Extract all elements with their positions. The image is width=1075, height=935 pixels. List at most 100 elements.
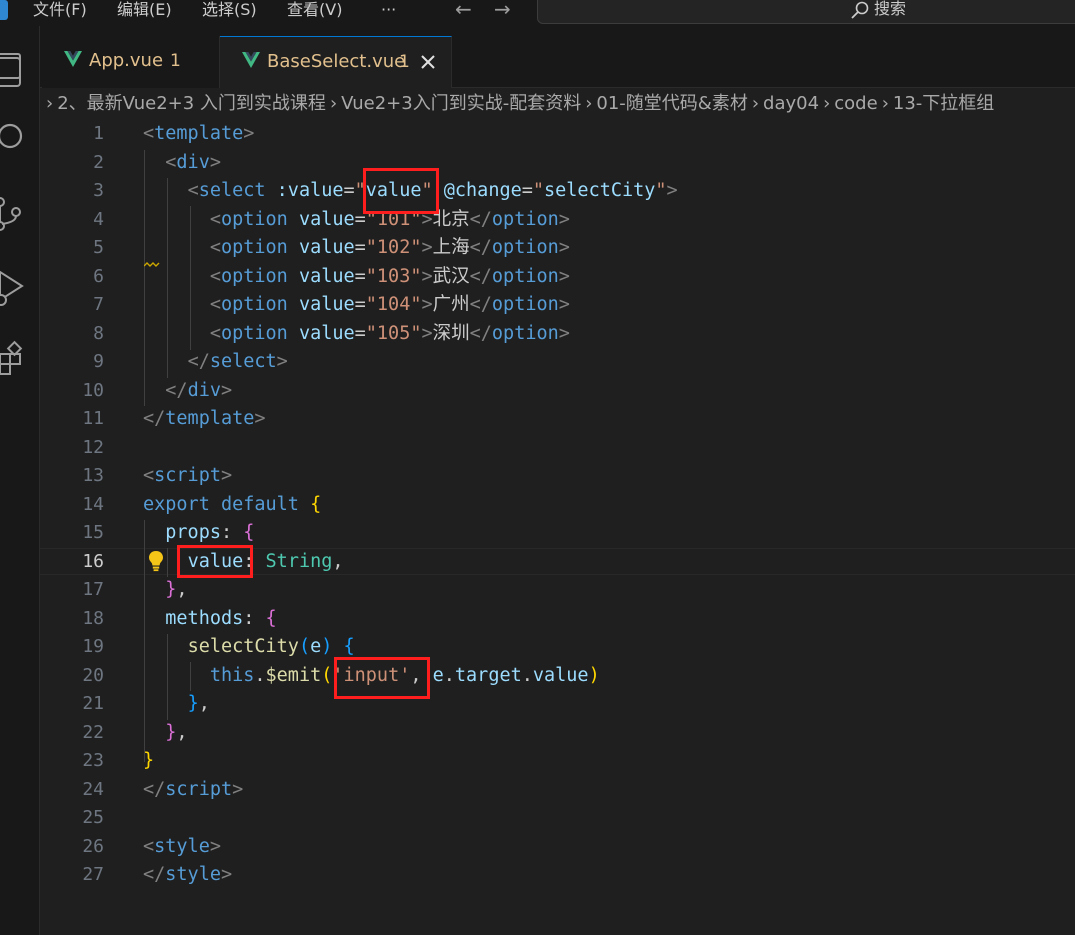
code-token: >	[220, 465, 233, 486]
vscode-logo-icon[interactable]	[0, 0, 8, 20]
line-number: 23	[82, 750, 104, 771]
code-line[interactable]: 24 </script>	[40, 776, 1075, 805]
code-line[interactable]: 13 <script>	[40, 462, 1075, 491]
code-line[interactable]: 21 },	[40, 690, 1075, 719]
code-line[interactable]: 18 methods: {	[40, 605, 1075, 634]
code-token: 上海	[432, 237, 470, 258]
code-text: </div>	[143, 377, 232, 406]
menu-view[interactable]: 查看(V)	[287, 0, 342, 20]
menu-file[interactable]: 文件(F)	[33, 0, 87, 20]
code-line[interactable]: 1 <template>	[40, 120, 1075, 149]
menu-selection[interactable]: 选择(S)	[202, 0, 257, 20]
search-sidebar-icon[interactable]	[0, 120, 24, 160]
highlight-box-value-prop	[177, 545, 253, 578]
menu-edit[interactable]: 编辑(E)	[117, 0, 172, 20]
code-token: 武汉	[432, 265, 470, 287]
code-line[interactable]: 10 </div>	[40, 377, 1075, 406]
code-line[interactable]: 17 },	[40, 576, 1075, 605]
code-token: {	[243, 522, 255, 543]
code-token: div	[187, 379, 221, 401]
code-editor[interactable]: 1 <template> 2 <div> 3 <select :value="valu…	[40, 120, 1075, 935]
code-line[interactable]: 25	[40, 804, 1075, 833]
run-debug-icon[interactable]	[0, 266, 24, 310]
line-number: 5	[93, 237, 104, 258]
forward-arrow-icon[interactable]: →	[494, 0, 511, 20]
breadcrumb-item[interactable]: 2、最新Vue2+3 入门到实战课程	[57, 93, 326, 114]
breadcrumb-path: › 2、最新Vue2+3 入门到实战课程 › Vue2+3入门到实战-配套资料 › 01-…	[46, 93, 994, 115]
breadcrumb-item[interactable]: 13-下拉框组	[893, 93, 994, 114]
code-token: <	[209, 322, 221, 344]
code-token: </	[469, 322, 492, 344]
code-token: =	[354, 237, 366, 258]
code-line[interactable]: 22 },	[40, 719, 1075, 748]
code-line[interactable]: 23}	[40, 747, 1075, 776]
code-line[interactable]: 26 <style>	[40, 833, 1075, 862]
code-text: <div>	[143, 149, 221, 178]
code-line[interactable]: 19 selectCity(e) {	[40, 633, 1075, 662]
code-line[interactable]: 9 </select>	[40, 348, 1075, 377]
code-line[interactable]: 5 <option value="102">上海</option>	[40, 234, 1075, 263]
code-line[interactable]: 7 <option value="104">广州</option>	[40, 291, 1075, 320]
code-token: "	[655, 180, 667, 201]
close-icon[interactable]	[420, 54, 436, 70]
code-line[interactable]: 27 </style>	[40, 861, 1075, 890]
code-line[interactable]: 20 this.$emit('input', e.target.value)	[40, 662, 1075, 691]
tab-app-vue[interactable]: App.vue 1	[42, 36, 220, 88]
breadcrumb-item[interactable]: code	[834, 93, 877, 114]
code-line[interactable]: 15 props: {	[40, 519, 1075, 548]
lightbulb-icon[interactable]	[148, 550, 164, 572]
code-token: target	[454, 664, 522, 686]
code-line[interactable]: 8 <option value="105">深圳</option>	[40, 320, 1075, 349]
code-token: option	[491, 237, 559, 258]
problem-count-badge: 1	[170, 51, 181, 71]
code-text: methods: {	[143, 605, 276, 634]
code-line[interactable]: 2 <div>	[40, 149, 1075, 178]
code-token: </	[187, 351, 210, 372]
search-label-group: 搜索	[850, 0, 906, 19]
code-token: e	[310, 636, 322, 657]
code-token: template	[154, 123, 244, 144]
breadcrumb-item[interactable]: 01-随堂代码&素材	[596, 93, 747, 114]
code-token: }	[165, 579, 177, 600]
code-line[interactable]: 12	[40, 434, 1075, 463]
code-token: =	[354, 265, 366, 287]
line-number: 27	[82, 864, 104, 885]
code-line[interactable]: 11 </template>	[40, 405, 1075, 434]
code-token: ,	[198, 693, 210, 714]
code-line[interactable]: 3 <select :value="value" @change="select…	[40, 177, 1075, 206]
code-token: 深圳	[432, 322, 470, 344]
code-token: <	[209, 294, 221, 315]
code-token: div	[176, 151, 210, 173]
code-token: }	[143, 750, 155, 771]
code-token: option	[491, 294, 559, 315]
menu-more[interactable]: ···	[381, 0, 396, 20]
breadcrumb-chevron-icon: ›	[751, 93, 760, 114]
tab-baseselect-vue[interactable]: BaseSelect.vue 1	[220, 36, 452, 88]
extensions-icon[interactable]	[0, 340, 24, 380]
code-token: <	[143, 123, 155, 144]
code-token: :value	[276, 180, 344, 201]
code-token: props	[165, 522, 221, 543]
line-number: 2	[93, 151, 104, 173]
breadcrumb-item[interactable]: Vue2+3入门到实战-配套资料	[341, 93, 581, 114]
code-token: option	[491, 208, 559, 230]
code-token: <	[143, 835, 155, 857]
back-arrow-icon[interactable]: ←	[455, 0, 472, 20]
source-control-icon[interactable]	[0, 194, 24, 234]
code-token: >	[209, 151, 221, 173]
code-token: {	[310, 493, 322, 515]
code-token: e	[432, 664, 444, 686]
code-line[interactable]: 14 export default {	[40, 491, 1075, 520]
command-center-search[interactable]: 搜索	[537, 0, 1075, 24]
explorer-icon[interactable]	[0, 52, 24, 92]
code-line[interactable]: 4 <option value="101">北京</option>	[40, 206, 1075, 235]
code-line[interactable]: 6 <option value="103">武汉</option>	[40, 263, 1075, 292]
breadcrumb-item[interactable]: day04	[763, 93, 819, 114]
